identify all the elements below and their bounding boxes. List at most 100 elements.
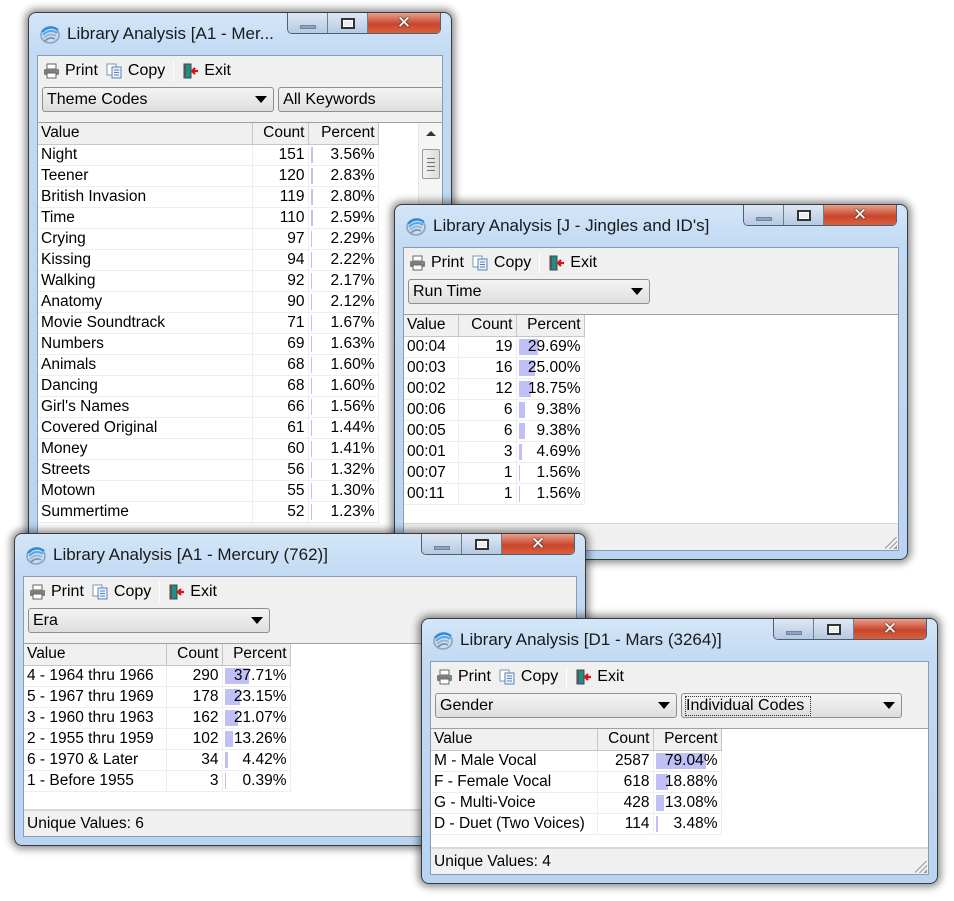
table-row[interactable]: Money 60 1.41% [38, 438, 379, 460]
table-row[interactable]: Motown 55 1.30% [38, 480, 379, 502]
exit-button[interactable]: Exit [168, 583, 217, 601]
column-header-count[interactable]: Count [597, 729, 654, 751]
table-row[interactable]: 00:11 1 1.56% [404, 483, 585, 505]
cell-count: 55 [252, 480, 309, 502]
copy-button[interactable]: Copy [472, 254, 531, 272]
table-row[interactable]: Streets 56 1.32% [38, 459, 379, 481]
percent-text: 9.38% [536, 400, 581, 418]
table-row[interactable]: 2 - 1955 thru 1959 102 13.26% [24, 728, 291, 750]
maximize-button[interactable] [784, 205, 824, 225]
close-button[interactable]: ✕ [502, 534, 574, 554]
table-row[interactable]: D - Duet (Two Voices) 114 3.48% [431, 813, 722, 835]
maximize-button[interactable] [814, 619, 854, 639]
cell-count: 110 [252, 207, 309, 229]
print-button[interactable]: Print [409, 254, 464, 272]
close-button[interactable]: ✕ [854, 619, 926, 639]
exit-button[interactable]: Exit [182, 62, 231, 80]
print-button[interactable]: Print [436, 668, 491, 686]
title-bar[interactable]: Library Analysis [A1 - Mercury (762)] ✕ [23, 534, 577, 576]
percent-bar [224, 772, 226, 789]
cell-count: 19 [458, 336, 517, 358]
print-label: Print [458, 668, 491, 685]
column-header-value[interactable]: Value [404, 315, 459, 337]
column-header-percent[interactable]: Percent [222, 644, 291, 666]
print-button[interactable]: Print [29, 583, 84, 601]
table-row[interactable]: F - Female Vocal 618 18.88% [431, 771, 722, 793]
close-button[interactable]: ✕ [368, 13, 440, 33]
keyword-select[interactable]: All Keywords [278, 87, 442, 112]
table-row[interactable]: Covered Original 61 1.44% [38, 417, 379, 439]
minimize-button[interactable] [744, 205, 784, 225]
column-header-percent[interactable]: Percent [516, 315, 585, 337]
table-row[interactable]: Dancing 68 1.60% [38, 375, 379, 397]
table-row[interactable]: 4 - 1964 thru 1966 290 37.71% [24, 665, 291, 687]
column-header-percent[interactable]: Percent [653, 729, 722, 751]
maximize-button[interactable] [462, 534, 502, 554]
table-row[interactable]: Kissing 94 2.22% [38, 249, 379, 271]
table-row[interactable]: Night 151 3.56% [38, 144, 379, 166]
table-row[interactable]: British Invasion 119 2.80% [38, 186, 379, 208]
table-row[interactable]: 00:02 12 18.75% [404, 378, 585, 400]
table-row[interactable]: 3 - 1960 thru 1963 162 21.07% [24, 707, 291, 729]
table-row[interactable]: 6 - 1970 & Later 34 4.42% [24, 749, 291, 771]
cell-value: Walking [38, 270, 253, 292]
print-button[interactable]: Print [43, 62, 98, 80]
table-row[interactable]: Anatomy 90 2.12% [38, 291, 379, 313]
table-row[interactable]: 00:01 3 4.69% [404, 441, 585, 463]
table-row[interactable]: Animals 68 1.60% [38, 354, 379, 376]
column-header-count[interactable]: Count [458, 315, 517, 337]
cell-value: British Invasion [38, 186, 253, 208]
table-row[interactable]: Numbers 69 1.63% [38, 333, 379, 355]
scroll-thumb[interactable] [422, 149, 440, 179]
copy-button[interactable]: Copy [106, 62, 165, 80]
title-bar[interactable]: Library Analysis [A1 - Mer... ✕ [37, 13, 443, 55]
field-select[interactable]: Gender [435, 693, 677, 718]
table-row[interactable]: Crying 97 2.29% [38, 228, 379, 250]
minimize-button[interactable] [774, 619, 814, 639]
resize-grip[interactable] [885, 537, 897, 549]
table-row[interactable]: Teener 120 2.83% [38, 165, 379, 187]
copy-button[interactable]: Copy [92, 583, 151, 601]
table-row[interactable]: Time 110 2.59% [38, 207, 379, 229]
scroll-up-arrow-icon[interactable] [426, 131, 436, 136]
exit-button[interactable]: Exit [575, 668, 624, 686]
table-row[interactable]: G - Multi-Voice 428 13.08% [431, 792, 722, 814]
table-header: Value Count Percent [38, 123, 379, 145]
table-row[interactable]: Girl's Names 66 1.56% [38, 396, 379, 418]
column-header-value[interactable]: Value [38, 123, 253, 145]
table-row[interactable]: 00:06 6 9.38% [404, 399, 585, 421]
exit-button[interactable]: Exit [548, 254, 597, 272]
table-row[interactable]: 00:05 6 9.38% [404, 420, 585, 442]
minimize-button[interactable] [422, 534, 462, 554]
table-row[interactable]: 1 - Before 1955 3 0.39% [24, 770, 291, 792]
column-header-value[interactable]: Value [431, 729, 598, 751]
cell-percent: 1.60% [308, 354, 379, 376]
code-mode-select[interactable]: Individual Codes [681, 693, 902, 718]
field-select[interactable]: Theme Codes [42, 87, 275, 112]
table-row[interactable]: 5 - 1967 thru 1969 178 23.15% [24, 686, 291, 708]
exit-label: Exit [190, 583, 217, 600]
table-row[interactable]: M - Male Vocal 2587 79.04% [431, 750, 722, 772]
close-button[interactable]: ✕ [824, 205, 896, 225]
title-bar[interactable]: Library Analysis [J - Jingles and ID's] … [403, 205, 899, 247]
table-row[interactable]: 00:04 19 29.69% [404, 336, 585, 358]
table-row[interactable]: Summertime 52 1.23% [38, 501, 379, 523]
column-header-count[interactable]: Count [252, 123, 309, 145]
minimize-button[interactable] [288, 13, 328, 33]
table-row[interactable]: 00:03 16 25.00% [404, 357, 585, 379]
keyword-select-value: All Keywords [283, 90, 376, 108]
table-row[interactable]: Movie Soundtrack 71 1.67% [38, 312, 379, 334]
resize-grip[interactable] [915, 861, 927, 873]
field-select[interactable]: Era [28, 608, 270, 633]
maximize-button[interactable] [328, 13, 368, 33]
field-select[interactable]: Run Time [408, 279, 650, 304]
table-row[interactable]: 00:07 1 1.56% [404, 462, 585, 484]
copy-button[interactable]: Copy [499, 668, 558, 686]
percent-bar [518, 464, 520, 481]
title-bar[interactable]: Library Analysis [D1 - Mars (3264)] ✕ [430, 619, 929, 661]
table-row[interactable]: Walking 92 2.17% [38, 270, 379, 292]
percent-text: 3.56% [330, 145, 375, 163]
column-header-value[interactable]: Value [24, 644, 167, 666]
column-header-percent[interactable]: Percent [308, 123, 379, 145]
column-header-count[interactable]: Count [166, 644, 223, 666]
